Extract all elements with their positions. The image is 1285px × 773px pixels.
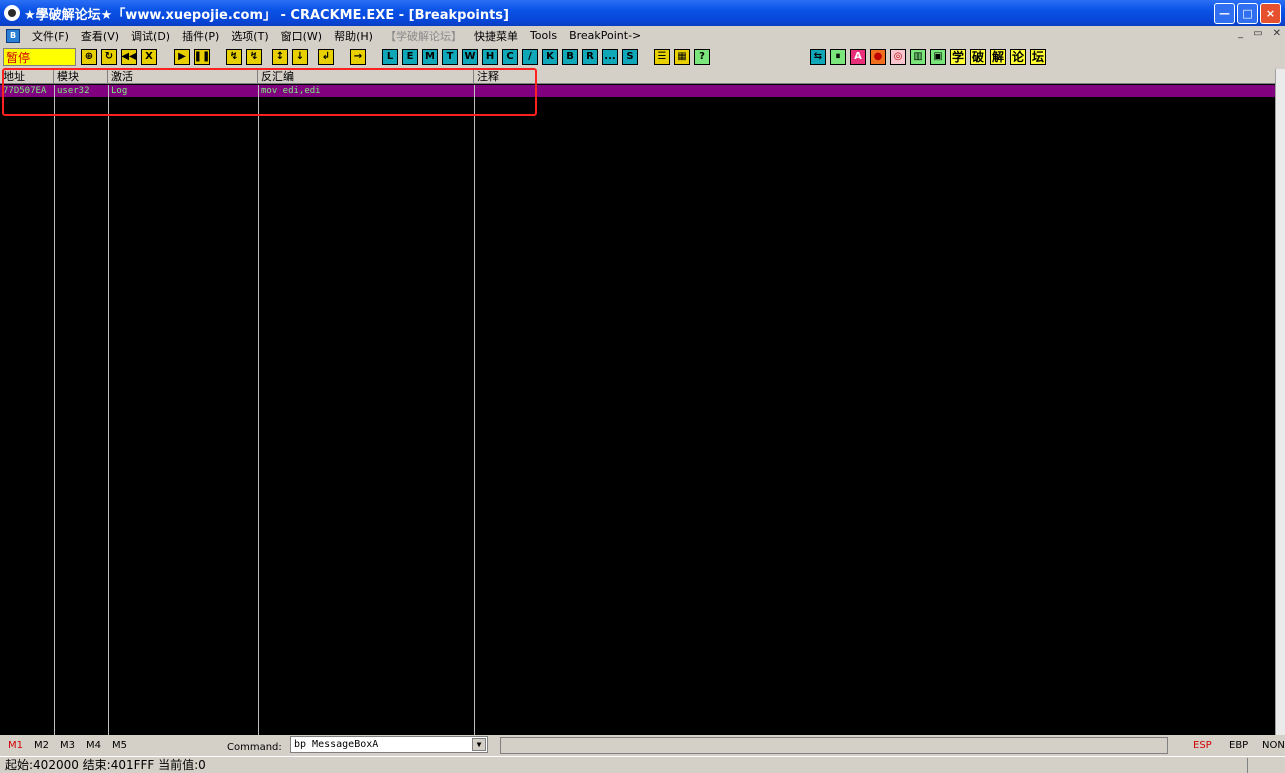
app-logo-icon (4, 5, 20, 21)
menu-view[interactable]: 查看(V) (75, 28, 125, 44)
status-text: 起始:402000 结束:401FFF 当前值:0 (5, 758, 206, 772)
command-bar: M1 M2 M3 M4 M5 Command: bp MessageBoxA ▼… (0, 735, 1285, 755)
hex-icon[interactable]: ▥ (910, 49, 926, 65)
view-handles-button[interactable]: H (482, 49, 498, 65)
mdi-restore-button[interactable]: ▭ (1253, 28, 1262, 39)
view-log-button[interactable]: L (382, 49, 398, 65)
run-button[interactable]: ▶ (174, 49, 190, 65)
record-icon[interactable]: ● (870, 49, 886, 65)
view-windows-button[interactable]: W (462, 49, 478, 65)
menu-help[interactable]: 帮助(H) (328, 28, 379, 44)
window-title: ★學破解论坛★「www.xuepojie.com」 - CRACKME.EXE … (24, 7, 509, 23)
stop-button[interactable]: X (141, 49, 157, 65)
goto-button[interactable]: → (350, 49, 366, 65)
view-patches-button[interactable]: / (522, 49, 538, 65)
forum-tan-button[interactable]: 坛 (1030, 49, 1046, 65)
marker-m2[interactable]: M2 (34, 740, 49, 751)
menu-tools[interactable]: Tools (524, 29, 563, 42)
debug-status: 暂停 (3, 48, 76, 66)
command-value: bp MessageBoxA (294, 739, 379, 750)
column-divider (108, 85, 109, 735)
minimize-button[interactable]: — (1214, 3, 1235, 24)
step-into-button[interactable]: ↯ (226, 49, 242, 65)
restart-button[interactable]: ↻ (101, 49, 117, 65)
marker-m5[interactable]: M5 (112, 740, 127, 751)
screen-icon[interactable]: ▣ (930, 49, 946, 65)
view-breakpoints-button[interactable]: B (562, 49, 578, 65)
target-icon[interactable]: ◎ (890, 49, 906, 65)
view-cpu-button[interactable]: C (502, 49, 518, 65)
menu-debug[interactable]: 调试(D) (125, 28, 176, 44)
view-memory-button[interactable]: M (422, 49, 438, 65)
forum-lun-button[interactable]: 论 (1010, 49, 1026, 65)
marker-m4[interactable]: M4 (86, 740, 101, 751)
status-bar: 起始:402000 结束:401FFF 当前值:0 (0, 756, 1285, 773)
toolbar: 暂停 ⊕ ↻ ◀◀ X ▶ ❚❚ ↯ ↯ ↕ ↓ ↲ → L E M T W H… (0, 46, 1285, 68)
menu-plugins[interactable]: 插件(P) (176, 28, 225, 44)
command-input[interactable]: bp MessageBoxA ▼ (290, 736, 488, 753)
help-button[interactable]: ? (694, 49, 710, 65)
view-threads-button[interactable]: T (442, 49, 458, 65)
command-label: Command: (227, 742, 282, 753)
column-comment[interactable]: 注释 (474, 69, 1275, 84)
breakpoints-list[interactable]: 地址 模块 激活 反汇编 注释 77D507EA user32 Log mov … (0, 69, 1275, 735)
view-callstack-button[interactable]: K (542, 49, 558, 65)
marker-m1[interactable]: M1 (8, 740, 23, 751)
forum-xue-button[interactable]: 学 (950, 49, 966, 65)
pause-button[interactable]: ❚❚ (194, 49, 210, 65)
rewind-button[interactable]: ◀◀ (121, 49, 137, 65)
column-divider (258, 85, 259, 735)
column-divider (54, 85, 55, 735)
menu-window[interactable]: 窗口(W) (275, 28, 328, 44)
status-divider (1247, 758, 1248, 773)
trace-into-button[interactable]: ↕ (272, 49, 288, 65)
command-output-panel (500, 737, 1168, 754)
font-icon[interactable]: A (850, 49, 866, 65)
dropdown-arrow-icon[interactable]: ▼ (472, 738, 486, 751)
mdi-minimize-button[interactable]: _ (1238, 28, 1243, 39)
maximize-button[interactable]: □ (1237, 3, 1258, 24)
open-button[interactable]: ⊕ (81, 49, 97, 65)
column-divider (474, 85, 475, 735)
vertical-scrollbar[interactable] (1275, 69, 1285, 735)
options-list-button[interactable]: ☰ (654, 49, 670, 65)
register-ebp[interactable]: EBP (1229, 740, 1248, 751)
execute-till-return-button[interactable]: ↲ (318, 49, 334, 65)
forum-jie-button[interactable]: 解 (990, 49, 1006, 65)
menu-options[interactable]: 选项(T) (225, 28, 274, 44)
mdi-close-button[interactable]: ✕ (1273, 28, 1281, 39)
menu-quick[interactable]: 快捷菜单 (468, 28, 524, 44)
appearance-button[interactable]: ▦ (674, 49, 690, 65)
title-bar: ★學破解论坛★「www.xuepojie.com」 - CRACKME.EXE … (0, 0, 1285, 26)
menu-bar: B 文件(F) 查看(V) 调试(D) 插件(P) 选项(T) 窗口(W) 帮助… (0, 26, 1285, 45)
swap-icon[interactable]: ⇆ (810, 49, 826, 65)
pause-plugin-icon[interactable]: ⏸ (830, 49, 846, 65)
forum-po-button[interactable]: 破 (970, 49, 986, 65)
register-esp[interactable]: ESP (1193, 740, 1212, 751)
view-run-trace-button[interactable]: ... (602, 49, 618, 65)
view-references-button[interactable]: R (582, 49, 598, 65)
view-source-button[interactable]: S (622, 49, 638, 65)
view-modules-button[interactable]: E (402, 49, 418, 65)
register-none[interactable]: NONE (1262, 740, 1285, 751)
menu-breakpoint[interactable]: BreakPoint-> (563, 29, 647, 42)
highlight-annotation-box (2, 68, 537, 116)
step-over-button[interactable]: ↯ (246, 49, 262, 65)
mdi-window-icon[interactable]: B (6, 28, 20, 43)
trace-over-button[interactable]: ↓ (292, 49, 308, 65)
marker-m3[interactable]: M3 (60, 740, 75, 751)
close-button[interactable]: × (1260, 3, 1281, 24)
menu-forum[interactable]: 【学破解论坛】 (379, 28, 468, 44)
menu-file[interactable]: 文件(F) (26, 28, 75, 44)
